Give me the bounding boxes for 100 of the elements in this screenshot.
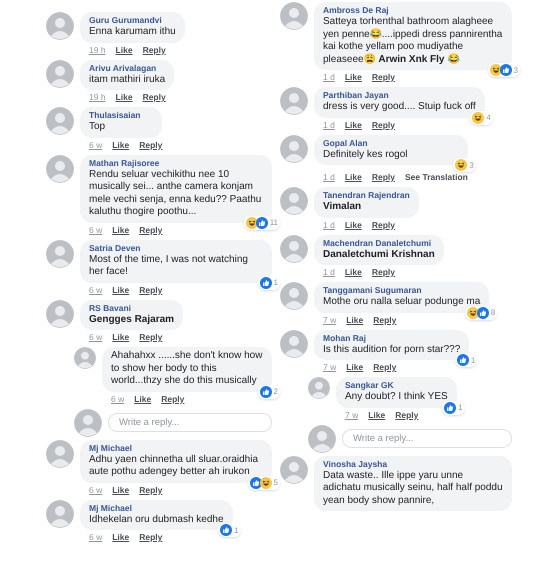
timestamp[interactable]: 1 d: [323, 71, 335, 84]
reply-link[interactable]: Reply: [139, 331, 162, 344]
comment-text: Mothe oru nalla seluar podunge ma: [323, 296, 480, 308]
timestamp[interactable]: 6 w: [89, 224, 102, 236]
like-link[interactable]: Like: [344, 218, 362, 232]
avatar[interactable]: [280, 134, 308, 162]
avatar[interactable]: [46, 300, 74, 328]
avatar[interactable]: [280, 330, 308, 358]
reply-link[interactable]: Reply: [142, 91, 166, 104]
reaction-badge[interactable]: 3: [453, 158, 476, 172]
commenter-name[interactable]: Arivu Arivalagan: [89, 62, 166, 74]
avatar[interactable]: [74, 347, 96, 369]
comment-text: Is this audition for porn star???: [323, 344, 460, 356]
like-link[interactable]: Like: [112, 224, 130, 236]
reply-link[interactable]: Reply: [372, 171, 395, 184]
avatar[interactable]: [46, 154, 74, 182]
timestamp[interactable]: 1 d: [323, 171, 335, 184]
avatar[interactable]: [46, 12, 74, 40]
reply-link[interactable]: Reply: [373, 314, 396, 326]
commenter-name[interactable]: Thulasisaian: [89, 110, 154, 121]
reply-link[interactable]: Reply: [161, 392, 184, 406]
reply-link[interactable]: Reply: [372, 71, 395, 84]
like-link[interactable]: Like: [344, 71, 362, 84]
like-link[interactable]: Like: [116, 91, 133, 104]
comment-text: Definitely kes rogol: [323, 148, 408, 161]
like-link[interactable]: Like: [134, 392, 152, 406]
like-link[interactable]: Like: [116, 44, 133, 56]
reply-field[interactable]: Write a reply...: [342, 429, 512, 448]
reply-link[interactable]: Reply: [139, 531, 162, 544]
like-link[interactable]: Like: [112, 484, 130, 496]
reply-link[interactable]: Reply: [139, 224, 162, 236]
commenter-name[interactable]: Guru Gurumandvi: [89, 15, 176, 26]
avatar[interactable]: [46, 107, 74, 135]
commenter-name[interactable]: RS Bavani: [89, 302, 174, 314]
like-link[interactable]: Like: [346, 361, 364, 374]
comment-text: Satteya torhenthal bathroom alagheee yen penne😂....ippedi dress pannirentha kai kothe yellam poo mudiyathe pleaseee😩 Arwin Xnk Fly 😂: [323, 16, 503, 66]
like-link[interactable]: Like: [344, 118, 362, 132]
timestamp[interactable]: 6 w: [89, 138, 102, 152]
commenter-name[interactable]: Tanendran Rajendran: [323, 190, 410, 201]
like-link[interactable]: Like: [112, 138, 130, 152]
commenter-name[interactable]: Parthiban Jayan: [323, 90, 476, 101]
reply-link[interactable]: Reply: [372, 218, 395, 232]
avatar[interactable]: [280, 282, 308, 310]
avatar[interactable]: [280, 187, 308, 215]
commenter-name[interactable]: Mj Michael: [89, 502, 224, 514]
thumbs-up-icon: [444, 402, 456, 414]
like-link[interactable]: Like: [346, 314, 364, 326]
avatar[interactable]: [46, 500, 74, 528]
reply-link[interactable]: Reply: [139, 138, 162, 152]
thumbs-up-icon: [260, 276, 272, 288]
reply-link[interactable]: Reply: [139, 484, 162, 496]
like-link[interactable]: Like: [112, 531, 130, 544]
commenter-name[interactable]: Satria Deven: [89, 242, 263, 254]
commenter-name[interactable]: Ambross De Raj: [323, 5, 503, 16]
commenter-name[interactable]: Machendran Danaletchumi: [323, 238, 435, 248]
timestamp[interactable]: 6 w: [89, 484, 102, 496]
timestamp[interactable]: 1 d: [323, 118, 335, 132]
avatar[interactable]: [308, 377, 330, 399]
commenter-name[interactable]: Sangkar GK: [345, 380, 448, 391]
avatar[interactable]: [280, 234, 308, 262]
commenter-name[interactable]: Mathan Rajisoree: [89, 158, 263, 168]
timestamp[interactable]: 1 d: [323, 218, 335, 232]
see-translation-link[interactable]: See Translation: [405, 171, 468, 184]
reply-link[interactable]: Reply: [139, 284, 162, 296]
commenter-name[interactable]: Mj Michael: [89, 442, 263, 454]
reply-link[interactable]: Reply: [372, 266, 395, 279]
avatar[interactable]: [280, 456, 308, 484]
commenter-name[interactable]: Gopal Alan: [323, 138, 459, 148]
timestamp[interactable]: 6 w: [89, 531, 102, 544]
timestamp[interactable]: 6 w: [111, 392, 124, 406]
timestamp[interactable]: 6 w: [89, 331, 102, 344]
reaction-badge[interactable]: 1: [442, 400, 465, 414]
avatar[interactable]: [46, 440, 74, 468]
like-link[interactable]: Like: [344, 266, 362, 279]
avatar[interactable]: [308, 424, 336, 452]
reply-link[interactable]: Reply: [395, 408, 418, 422]
avatar[interactable]: [280, 87, 308, 115]
avatar[interactable]: [46, 240, 74, 268]
avatar[interactable]: [280, 2, 308, 30]
commenter-name[interactable]: Tanggamani Sugumaran: [323, 285, 480, 296]
reply-link[interactable]: Reply: [142, 44, 166, 56]
comment-text: Rendu seluar vechikithu nee 10 musically sei... anthe camera konjam mele vechi senja, enna kedu?? Paathu kaluthu thogire poothu...: [89, 168, 262, 218]
like-link[interactable]: Like: [112, 331, 130, 344]
reply-link[interactable]: Reply: [373, 361, 396, 374]
reply-link[interactable]: Reply: [372, 118, 395, 132]
like-link[interactable]: Like: [344, 171, 362, 184]
like-link[interactable]: Like: [112, 284, 130, 296]
laughing-face-icon: [260, 476, 272, 488]
reply-field[interactable]: Write a reply...: [108, 413, 272, 432]
timestamp[interactable]: 1 d: [323, 266, 335, 279]
avatar[interactable]: [46, 60, 74, 88]
laughing-face-icon: [246, 216, 258, 228]
like-link[interactable]: Like: [368, 408, 386, 422]
avatar[interactable]: [74, 408, 102, 436]
reaction-badge[interactable]: 3: [488, 63, 520, 77]
timestamp[interactable]: 6 w: [89, 284, 102, 296]
commenter-name[interactable]: Vinosha Jaysha: [323, 458, 503, 470]
reaction-badge[interactable]: 4: [470, 110, 493, 124]
comment-text: Vimalan: [323, 201, 362, 214]
commenter-name[interactable]: Mohan Raj: [323, 332, 460, 344]
